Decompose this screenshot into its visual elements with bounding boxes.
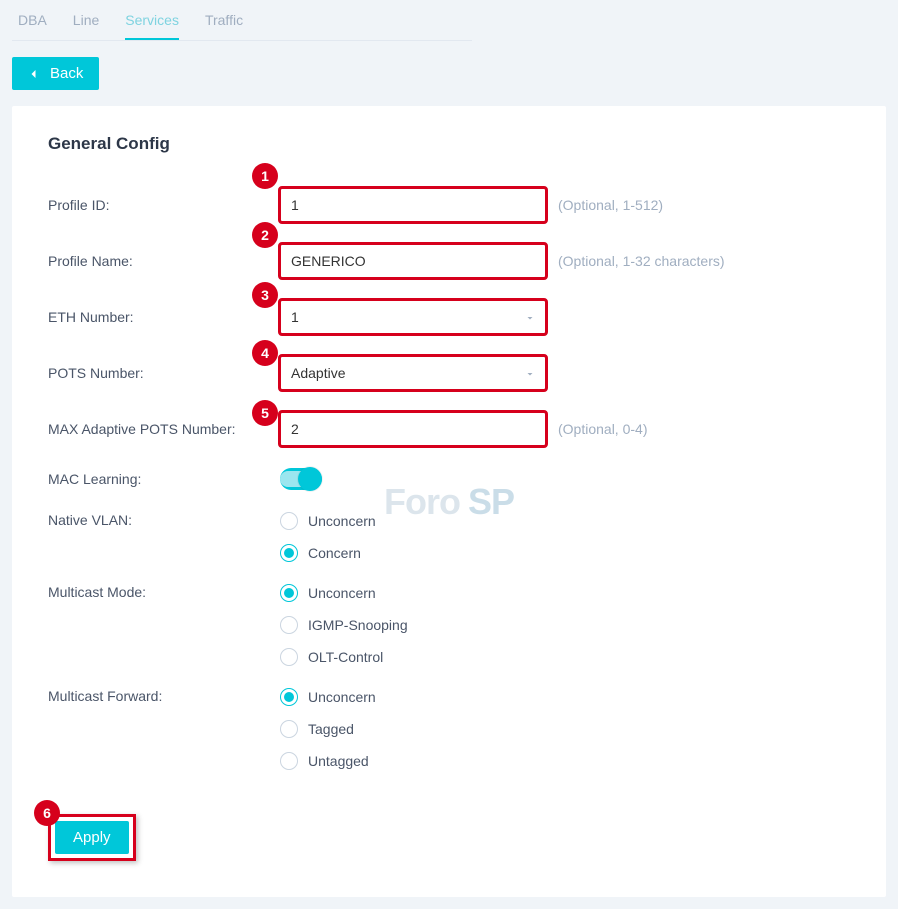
back-arrow-icon — [28, 68, 40, 80]
row-pots-number: POTS Number: 4 Adaptive — [48, 356, 850, 390]
multicast-forward-tagged[interactable]: Tagged — [280, 720, 376, 738]
label-profile-name: Profile Name: — [48, 253, 280, 269]
multicast-mode-olt[interactable]: OLT-Control — [280, 648, 408, 666]
radio-label: Concern — [308, 545, 361, 561]
label-profile-id: Profile ID: — [48, 197, 280, 213]
radio-circle — [280, 720, 298, 738]
step-marker-4: 4 — [252, 340, 278, 366]
radio-dot — [284, 588, 294, 598]
apply-wrap: 6 Apply — [48, 814, 136, 861]
native-vlan-group: Unconcern Concern — [280, 512, 376, 562]
general-config-card: ForoSP General Config Profile ID: 1 (Opt… — [12, 106, 886, 897]
step-marker-5: 5 — [252, 400, 278, 426]
radio-label: IGMP-Snooping — [308, 617, 408, 633]
apply-highlight: Apply — [48, 814, 136, 861]
radio-label: OLT-Control — [308, 649, 383, 665]
max-adaptive-pots-input[interactable] — [280, 412, 546, 446]
native-vlan-concern[interactable]: Concern — [280, 544, 376, 562]
row-multicast-forward: Multicast Forward: Unconcern Tagged Unta… — [48, 688, 850, 770]
label-native-vlan: Native VLAN: — [48, 512, 280, 528]
label-multicast-mode: Multicast Mode: — [48, 584, 280, 600]
tab-traffic[interactable]: Traffic — [205, 12, 243, 40]
radio-label: Unconcern — [308, 513, 376, 529]
label-pots-number: POTS Number: — [48, 365, 280, 381]
step-marker-3: 3 — [252, 282, 278, 308]
label-multicast-forward: Multicast Forward: — [48, 688, 280, 704]
hint-max-adaptive-pots: (Optional, 0-4) — [558, 421, 647, 437]
radio-circle — [280, 648, 298, 666]
apply-button[interactable]: Apply — [55, 821, 129, 854]
toggle-knob — [298, 467, 322, 491]
config-tabs: DBA Line Services Traffic — [12, 0, 472, 41]
multicast-forward-untagged[interactable]: Untagged — [280, 752, 376, 770]
row-profile-name: Profile Name: 2 (Optional, 1-32 characte… — [48, 244, 850, 278]
row-max-adaptive-pots: MAX Adaptive POTS Number: 5 (Optional, 0… — [48, 412, 850, 446]
back-button[interactable]: Back — [12, 57, 99, 90]
row-native-vlan: Native VLAN: Unconcern Concern — [48, 512, 850, 562]
label-mac-learning: MAC Learning: — [48, 471, 280, 487]
hint-profile-name: (Optional, 1-32 characters) — [558, 253, 725, 269]
row-mac-learning: MAC Learning: — [48, 468, 850, 490]
step-marker-6: 6 — [34, 800, 60, 826]
row-eth-number: ETH Number: 3 1 — [48, 300, 850, 334]
radio-label: Tagged — [308, 721, 354, 737]
profile-name-input[interactable] — [280, 244, 546, 278]
tab-dba[interactable]: DBA — [18, 12, 47, 40]
row-multicast-mode: Multicast Mode: Unconcern IGMP-Snooping … — [48, 584, 850, 666]
step-marker-1: 1 — [252, 163, 278, 189]
radio-circle — [280, 616, 298, 634]
eth-number-select[interactable]: 1 — [280, 300, 546, 334]
multicast-forward-unconcern[interactable]: Unconcern — [280, 688, 376, 706]
multicast-mode-group: Unconcern IGMP-Snooping OLT-Control — [280, 584, 408, 666]
multicast-mode-unconcern[interactable]: Unconcern — [280, 584, 408, 602]
page-title: General Config — [48, 134, 850, 154]
tab-services[interactable]: Services — [125, 12, 179, 40]
pots-number-select[interactable]: Adaptive — [280, 356, 546, 390]
radio-label: Unconcern — [308, 585, 376, 601]
radio-circle — [280, 752, 298, 770]
radio-circle — [280, 584, 298, 602]
back-label: Back — [50, 65, 83, 82]
radio-dot — [284, 548, 294, 558]
tab-line[interactable]: Line — [73, 12, 99, 40]
radio-circle — [280, 688, 298, 706]
profile-id-input[interactable] — [280, 188, 546, 222]
radio-label: Untagged — [308, 753, 369, 769]
row-profile-id: Profile ID: 1 (Optional, 1-512) — [48, 188, 850, 222]
multicast-forward-group: Unconcern Tagged Untagged — [280, 688, 376, 770]
step-marker-2: 2 — [252, 222, 278, 248]
mac-learning-toggle[interactable] — [280, 468, 322, 490]
radio-circle — [280, 512, 298, 530]
label-eth-number: ETH Number: — [48, 309, 280, 325]
label-max-adaptive-pots: MAX Adaptive POTS Number: — [48, 421, 280, 437]
radio-dot — [284, 692, 294, 702]
native-vlan-unconcern[interactable]: Unconcern — [280, 512, 376, 530]
hint-profile-id: (Optional, 1-512) — [558, 197, 663, 213]
radio-circle — [280, 544, 298, 562]
multicast-mode-igmp[interactable]: IGMP-Snooping — [280, 616, 408, 634]
radio-label: Unconcern — [308, 689, 376, 705]
